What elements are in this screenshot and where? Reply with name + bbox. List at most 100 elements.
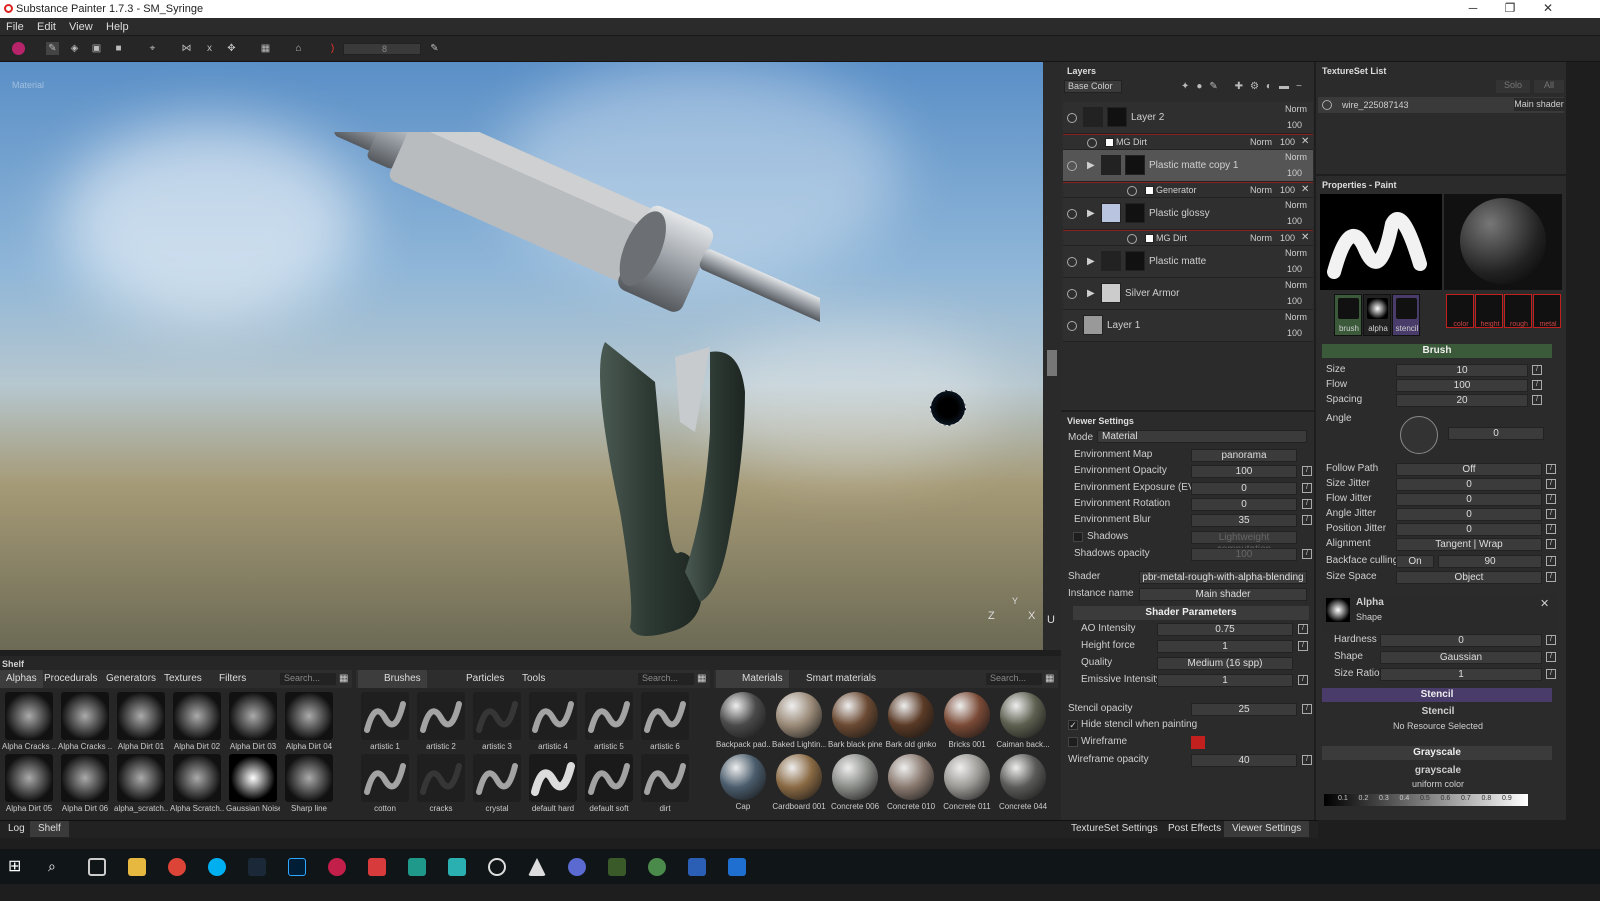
shelf-item-material[interactable]: Bricks 001 [940, 692, 994, 749]
size-jitter-field[interactable]: 0 [1396, 478, 1542, 491]
edit-icon[interactable]: / [1546, 479, 1556, 489]
layer-opacity[interactable]: 100 [1287, 264, 1302, 274]
layer-blend[interactable]: Norm [1285, 312, 1307, 322]
shelf-item-material[interactable]: Concrete 010 [884, 754, 938, 811]
shelf-tab-tools[interactable]: Tools [516, 670, 551, 688]
shelf-tab-alphas[interactable]: Alphas [0, 670, 43, 688]
shelf-item-material[interactable]: Cardboard 001 [772, 754, 826, 811]
move-icon[interactable]: ✥ [225, 42, 238, 55]
chrome-icon[interactable] [168, 858, 186, 876]
edit-icon[interactable]: / [1546, 524, 1556, 534]
paint-brush-icon[interactable]: ✎ [46, 42, 59, 55]
folder-icon[interactable]: ▶ [1087, 160, 1095, 171]
env-exposure-field[interactable]: 0 [1191, 482, 1297, 495]
scroll-handle[interactable] [1047, 350, 1057, 376]
shelf-item-brush[interactable]: artistic 5 [582, 692, 636, 751]
unity-icon[interactable] [528, 858, 546, 876]
env-blur-field[interactable]: 35 [1191, 514, 1297, 527]
unreal-icon[interactable] [488, 858, 506, 876]
shelf-tab-brushes[interactable]: Brushes [358, 670, 427, 688]
shelf-item-brush[interactable]: default soft [582, 754, 636, 813]
channel-height[interactable]: height [1475, 294, 1503, 328]
tab-post-effects[interactable]: Post Effects [1160, 821, 1229, 837]
tab-viewer-settings[interactable]: Viewer Settings [1224, 821, 1310, 837]
remove-effect-icon[interactable]: ✕ [1301, 136, 1309, 147]
visibility-icon[interactable] [1067, 289, 1077, 299]
edit-icon[interactable]: / [1302, 499, 1312, 509]
textureset-item[interactable]: wire_225087143 Main shader [1318, 97, 1564, 113]
layer-blend[interactable]: Norm [1250, 137, 1272, 147]
instance-name-field[interactable]: Main shader [1139, 588, 1307, 601]
shelf-item-brush[interactable]: artistic 6 [638, 692, 692, 751]
app-icon-teal[interactable] [408, 858, 426, 876]
3d-viewport[interactable]: Material Z Y X [0, 62, 1043, 650]
brush-section-header[interactable]: Brush [1322, 344, 1552, 358]
fill-icon[interactable]: ■ [112, 42, 125, 55]
layer-opacity[interactable]: 100 [1280, 185, 1295, 195]
emissive-intensity-field[interactable]: 1 [1157, 674, 1293, 687]
brush-size-field[interactable]: 8 [343, 43, 421, 55]
edit-icon[interactable]: / [1546, 635, 1556, 645]
viewport-side-scroll[interactable]: U [1043, 62, 1061, 650]
grid-view-icon[interactable]: ▦ [697, 673, 706, 684]
shelf-item-alpha[interactable]: Sharp line [282, 754, 336, 813]
start-icon[interactable]: ⊞ [8, 858, 26, 876]
shelf-item-alpha[interactable]: alpha_scratch... [114, 754, 168, 813]
channel-rough[interactable]: rough [1504, 294, 1532, 328]
app-icon-blue[interactable] [568, 858, 586, 876]
shelf-item-alpha[interactable]: Alpha Dirt 04 [282, 692, 336, 751]
shelf-tab-procedurals[interactable]: Procedurals [38, 670, 103, 688]
folder-icon[interactable]: ▶ [1087, 256, 1095, 267]
wireframe-checkbox[interactable] [1068, 737, 1078, 747]
steam-icon[interactable] [248, 858, 266, 876]
maximize-button[interactable]: ❐ [1500, 1, 1520, 15]
layer-opacity[interactable]: 100 [1280, 233, 1295, 243]
all-button[interactable]: All [1534, 80, 1564, 93]
folder-icon[interactable]: ▶ [1087, 208, 1095, 219]
remove-effect-icon[interactable]: ✕ [1301, 184, 1309, 195]
textureset-shader[interactable]: Main shader [1514, 98, 1564, 111]
layer-blend[interactable]: Norm [1250, 185, 1272, 195]
edit-icon[interactable]: / [1302, 483, 1312, 493]
edit-icon[interactable]: / [1302, 704, 1312, 714]
angle-field[interactable]: 0 [1448, 427, 1544, 440]
edit-icon[interactable]: / [1546, 652, 1556, 662]
layer-effect-row[interactable]: MG Dirt Norm 100 ✕ [1063, 230, 1313, 246]
shelf-item-alpha[interactable]: Alpha Dirt 05 [2, 754, 56, 813]
layer-row[interactable]: ▶ Silver Armor Norm 100 [1063, 278, 1313, 310]
layer-opacity[interactable]: 100 [1280, 137, 1295, 147]
channel-color[interactable]: color [1446, 294, 1474, 328]
app-icon-doc[interactable] [728, 858, 746, 876]
size-ratio-field[interactable]: 1 [1380, 668, 1542, 681]
layer-row[interactable]: Layer 1 Norm 100 [1063, 310, 1313, 342]
shelf-search-input[interactable]: Search... [280, 673, 336, 685]
layer-tools-icons[interactable]: ✦●✎ ✚⚙◐▬− [1181, 81, 1309, 92]
shadows-opacity-field[interactable]: 100 [1191, 548, 1297, 561]
shelf-search-input[interactable]: Search... [638, 673, 694, 685]
slot-alpha[interactable]: alpha [1363, 294, 1391, 336]
wireframe-color-swatch[interactable] [1191, 736, 1205, 749]
edit-icon[interactable]: / [1298, 675, 1308, 685]
shelf-item-material[interactable]: Baked Lightin... [772, 692, 826, 749]
grid-view-icon[interactable]: ▦ [1045, 673, 1054, 684]
shelf-search-input[interactable]: Search... [986, 673, 1042, 685]
shelf-tab-filters[interactable]: Filters [213, 670, 252, 688]
symmetry-x-icon[interactable]: x [203, 42, 216, 55]
alpha-slot[interactable]: Alpha Shape ✕ [1322, 594, 1558, 634]
shelf-tab-particles[interactable]: Particles [440, 670, 510, 688]
shelf-item-alpha[interactable]: Alpha Dirt 03 [226, 692, 280, 751]
edit-icon[interactable]: / [1546, 572, 1556, 582]
skype-icon[interactable] [208, 858, 226, 876]
substance-painter-icon[interactable] [328, 858, 346, 876]
backface-culling-field[interactable]: 90 [1438, 555, 1542, 568]
flow-jitter-field[interactable]: 0 [1396, 493, 1542, 506]
position-jitter-field[interactable]: 0 [1396, 523, 1542, 536]
minimize-button[interactable]: ─ [1463, 1, 1483, 15]
shelf-item-brush[interactable]: artistic 4 [526, 692, 580, 751]
edit-icon[interactable]: / [1302, 549, 1312, 559]
app-icon-cyan[interactable] [448, 858, 466, 876]
shelf-item-brush[interactable]: cracks [414, 754, 468, 813]
wireframe-opacity-field[interactable]: 40 [1191, 754, 1297, 767]
layer-blend[interactable]: Norm [1285, 152, 1307, 162]
shelf-item-alpha[interactable]: Alpha Dirt 06 [58, 754, 112, 813]
